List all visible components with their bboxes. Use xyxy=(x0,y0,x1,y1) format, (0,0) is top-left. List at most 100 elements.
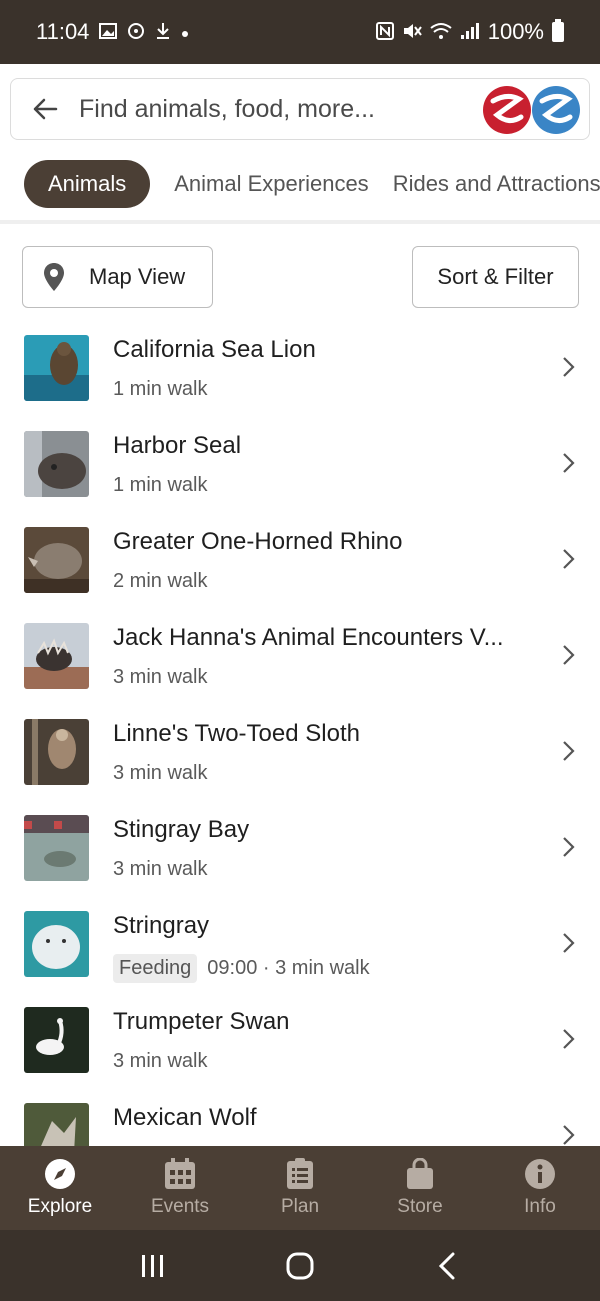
nav-store[interactable]: Store xyxy=(360,1146,480,1230)
walk-time: 2 min walk xyxy=(113,570,207,593)
animal-list: California Sea Lion 1 min walk Harbor Se… xyxy=(0,320,600,1146)
category-tabs: Animals Animal Experiences Rides and Att… xyxy=(0,154,600,214)
tab-rides-and-attractions[interactable]: Rides and Attractions xyxy=(393,160,600,208)
map-view-button[interactable]: Map View xyxy=(22,246,213,308)
calendar-icon xyxy=(164,1158,196,1190)
animal-name: Harbor Seal xyxy=(113,432,242,459)
list-item[interactable]: Stingray Bay 3 min walk xyxy=(0,800,600,896)
recent-apps-icon[interactable] xyxy=(133,1246,173,1286)
zoo-logo-icon xyxy=(483,85,581,135)
animal-name: Trumpeter Swan xyxy=(113,1008,290,1035)
chevron-right-icon xyxy=(562,1124,576,1146)
walk-time: 1 min walk xyxy=(113,378,207,401)
tab-animal-experiences[interactable]: Animal Experiences xyxy=(174,160,368,208)
event-info: Feeding 09:00 · 3 min walk xyxy=(113,954,370,983)
chevron-right-icon xyxy=(562,740,576,762)
list-item[interactable]: Harbor Seal 1 min walk xyxy=(0,416,600,512)
animal-name: Jack Hanna's Animal Encounters V... xyxy=(113,624,504,651)
chevron-right-icon xyxy=(562,356,576,378)
animal-name: Mexican Wolf xyxy=(113,1104,257,1131)
back-arrow-icon[interactable] xyxy=(31,95,59,123)
walk-time: 3 min walk xyxy=(113,1050,207,1073)
nav-label: Plan xyxy=(280,1196,320,1217)
search-bar[interactable]: Find animals, food, more... xyxy=(10,78,590,140)
list-item[interactable]: California Sea Lion 1 min walk xyxy=(0,320,600,416)
nav-plan[interactable]: Plan xyxy=(240,1146,360,1230)
map-view-label: Map View xyxy=(89,264,186,289)
system-nav-bar xyxy=(0,1230,600,1301)
list-item[interactable]: Linne's Two-Toed Sloth 3 min walk xyxy=(0,704,600,800)
info-icon xyxy=(524,1158,556,1190)
walk-time-text: 1 min walk xyxy=(113,378,208,400)
animal-thumbnail xyxy=(24,527,89,593)
nav-info[interactable]: Info xyxy=(480,1146,600,1230)
animal-thumbnail xyxy=(24,719,89,785)
animal-thumbnail xyxy=(24,911,89,977)
walk-time-text: 3 min walk xyxy=(113,762,208,784)
feeding-badge: Feeding xyxy=(113,954,198,983)
nav-events[interactable]: Events xyxy=(120,1146,240,1230)
chevron-right-icon xyxy=(562,836,576,858)
back-icon[interactable] xyxy=(427,1246,467,1286)
list-item[interactable]: Stringray Feeding 09:00 · 3 min walk xyxy=(0,896,600,992)
search-input[interactable]: Find animals, food, more... xyxy=(79,95,375,124)
animal-thumbnail xyxy=(24,335,89,401)
clipboard-icon xyxy=(284,1158,316,1190)
animal-thumbnail xyxy=(24,1007,89,1073)
image-icon xyxy=(99,22,118,42)
nfc-icon xyxy=(375,21,394,43)
nav-label: Explore xyxy=(27,1196,93,1217)
walk-time-text: 2 min walk xyxy=(113,570,208,592)
animal-name: Stingray Bay xyxy=(113,816,250,843)
list-item[interactable]: Mexican Wolf xyxy=(0,1088,600,1146)
walk-time-text: 3 min walk xyxy=(113,666,208,688)
nav-label: Info xyxy=(524,1196,556,1217)
animal-thumbnail xyxy=(24,815,89,881)
walk-time: 1 min walk xyxy=(113,474,207,497)
bottom-nav: Explore Events Plan Store Info xyxy=(0,1146,600,1230)
sort-filter-label: Sort & Filter xyxy=(437,264,554,289)
compass-icon xyxy=(44,1158,76,1190)
shopping-bag-icon xyxy=(404,1158,436,1190)
list-item[interactable]: Jack Hanna's Animal Encounters V... 3 mi… xyxy=(0,608,600,704)
animal-name: Stringray xyxy=(113,912,210,939)
walk-time: 3 min walk xyxy=(113,762,207,785)
list-item[interactable]: Greater One-Horned Rhino 2 min walk xyxy=(0,512,600,608)
battery-percent: 100% xyxy=(487,19,544,44)
animal-name: Greater One-Horned Rhino xyxy=(113,528,403,555)
download-icon xyxy=(155,22,171,43)
chevron-right-icon xyxy=(562,548,576,570)
map-pin-icon xyxy=(43,262,65,292)
walk-time-text: 1 min walk xyxy=(113,474,208,496)
walk-time-text: 09:00 · 3 min walk xyxy=(207,957,370,979)
chevron-right-icon xyxy=(562,932,576,954)
chevron-right-icon xyxy=(562,452,576,474)
animal-thumbnail xyxy=(24,623,89,689)
chevron-right-icon xyxy=(562,1028,576,1050)
walk-time-text: 3 min walk xyxy=(113,1050,208,1072)
tabs-divider xyxy=(0,220,600,224)
walk-time: 3 min walk xyxy=(113,858,207,881)
chevron-right-icon xyxy=(562,644,576,666)
dot-icon xyxy=(181,23,189,41)
mute-icon xyxy=(402,22,422,43)
animal-thumbnail xyxy=(24,431,89,497)
wifi-icon xyxy=(430,22,452,43)
battery-icon xyxy=(552,19,564,42)
sync-icon xyxy=(127,22,145,43)
animal-thumbnail xyxy=(24,1103,89,1146)
nav-explore[interactable]: Explore xyxy=(0,1146,120,1230)
signal-icon xyxy=(460,22,480,43)
list-item[interactable]: Trumpeter Swan 3 min walk xyxy=(0,992,600,1088)
status-time: 11:04 xyxy=(36,19,90,44)
animal-name: Linne's Two-Toed Sloth xyxy=(113,720,360,747)
walk-time: 3 min walk xyxy=(113,666,207,689)
walk-time-text: 3 min walk xyxy=(113,858,208,880)
home-icon[interactable] xyxy=(280,1246,320,1286)
tab-animals[interactable]: Animals xyxy=(24,160,151,208)
sort-filter-button[interactable]: Sort & Filter xyxy=(412,246,579,308)
status-bar: 11:04 100% xyxy=(0,0,600,64)
nav-label: Store xyxy=(397,1196,443,1217)
nav-label: Events xyxy=(150,1196,210,1217)
animal-name: California Sea Lion xyxy=(113,336,316,363)
